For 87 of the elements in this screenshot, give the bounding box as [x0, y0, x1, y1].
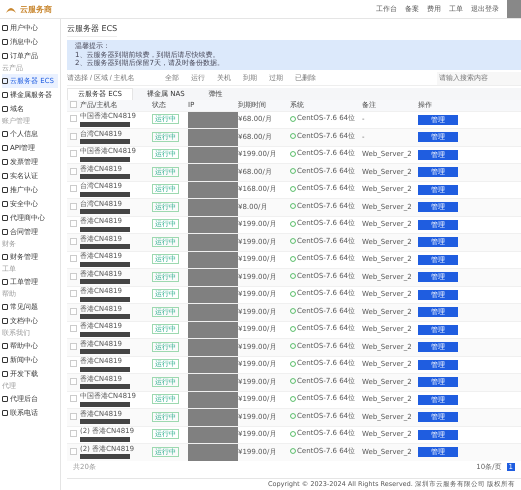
- checkbox[interactable]: [70, 100, 77, 108]
- os-icon: [290, 186, 296, 192]
- square-icon: [2, 78, 8, 84]
- checkbox[interactable]: [70, 412, 77, 420]
- square-icon: [2, 39, 8, 45]
- checkbox[interactable]: [70, 132, 77, 140]
- square-icon: [2, 201, 8, 207]
- square-icon: [2, 92, 8, 98]
- os-icon: [290, 220, 296, 227]
- redaction-bar: [80, 139, 130, 144]
- redaction-bar: [80, 366, 130, 372]
- square-icon: [2, 25, 8, 31]
- square-icon: [2, 215, 8, 221]
- os-icon: [290, 238, 296, 244]
- redaction-bar: [80, 192, 130, 196]
- square-icon: [2, 173, 8, 179]
- redaction-bar: [80, 332, 130, 336]
- os-icon: [290, 133, 296, 140]
- checkbox[interactable]: [70, 430, 77, 437]
- square-icon: [2, 131, 8, 137]
- os-icon: [290, 396, 296, 402]
- checkbox[interactable]: [70, 290, 77, 297]
- redaction-bar: [80, 244, 130, 249]
- os-icon: [290, 360, 296, 367]
- checkbox[interactable]: [70, 308, 77, 314]
- square-icon: [2, 410, 8, 416]
- square-icon: [2, 343, 8, 349]
- checkbox[interactable]: [70, 150, 77, 157]
- checkbox[interactable]: [70, 115, 77, 122]
- os-icon: [290, 343, 296, 350]
- redaction-bar: [80, 262, 130, 266]
- checkbox[interactable]: [70, 238, 77, 244]
- square-icon: [2, 279, 8, 285]
- checkbox[interactable]: [70, 325, 77, 332]
- square-icon: [2, 254, 8, 260]
- redaction-bar: [80, 279, 130, 284]
- os-icon: [290, 256, 296, 262]
- os-icon: [290, 326, 296, 332]
- os-icon: [290, 378, 296, 384]
- checkbox[interactable]: [70, 202, 77, 210]
- redaction-bar: [80, 384, 130, 389]
- redaction-bar: [80, 174, 130, 179]
- square-icon: [2, 371, 8, 377]
- square-icon: [2, 229, 8, 235]
- redaction-bar: [80, 314, 130, 319]
- square-icon: [2, 53, 8, 59]
- checkbox[interactable]: [70, 272, 77, 280]
- checkbox[interactable]: [70, 395, 77, 402]
- square-icon: [2, 187, 8, 193]
- redaction-bar: [80, 419, 130, 424]
- os-icon: [290, 430, 296, 437]
- redaction-bar: [80, 226, 130, 232]
- os-icon: [290, 413, 296, 420]
- os-icon: [290, 203, 296, 210]
- os-icon: [290, 273, 296, 280]
- square-icon: [2, 357, 8, 363]
- square-icon: [2, 318, 8, 324]
- checkbox[interactable]: [70, 220, 77, 227]
- checkbox[interactable]: [70, 185, 77, 192]
- redaction-bar: [80, 156, 130, 162]
- os-icon: [290, 150, 296, 157]
- checkbox[interactable]: [70, 448, 77, 454]
- redaction-bar: [80, 436, 130, 442]
- square-icon: [2, 304, 8, 310]
- redaction-bar: [80, 122, 130, 126]
- redaction-bar: [80, 349, 130, 354]
- os-icon: [290, 168, 296, 174]
- checkbox[interactable]: [70, 360, 77, 367]
- square-icon: [2, 106, 8, 112]
- page-title: 云服务器 ECS: [67, 21, 118, 37]
- checkbox[interactable]: [70, 168, 77, 174]
- os-icon: [290, 116, 296, 122]
- square-icon: [2, 396, 8, 402]
- checkbox[interactable]: [70, 342, 77, 350]
- checkbox[interactable]: [70, 255, 77, 262]
- redaction-bar: [80, 209, 130, 214]
- redaction-bar: [80, 296, 130, 302]
- logo-text: 云服务商: [20, 4, 52, 14]
- square-icon: [2, 145, 8, 151]
- os-icon: [290, 290, 296, 297]
- square-icon: [2, 159, 8, 165]
- os-icon: [290, 308, 296, 314]
- redaction-bar: [80, 402, 130, 406]
- avatar-icon[interactable]: [507, 0, 521, 18]
- os-icon: [290, 448, 296, 454]
- checkbox[interactable]: [70, 378, 77, 384]
- redaction-bar: [80, 454, 130, 459]
